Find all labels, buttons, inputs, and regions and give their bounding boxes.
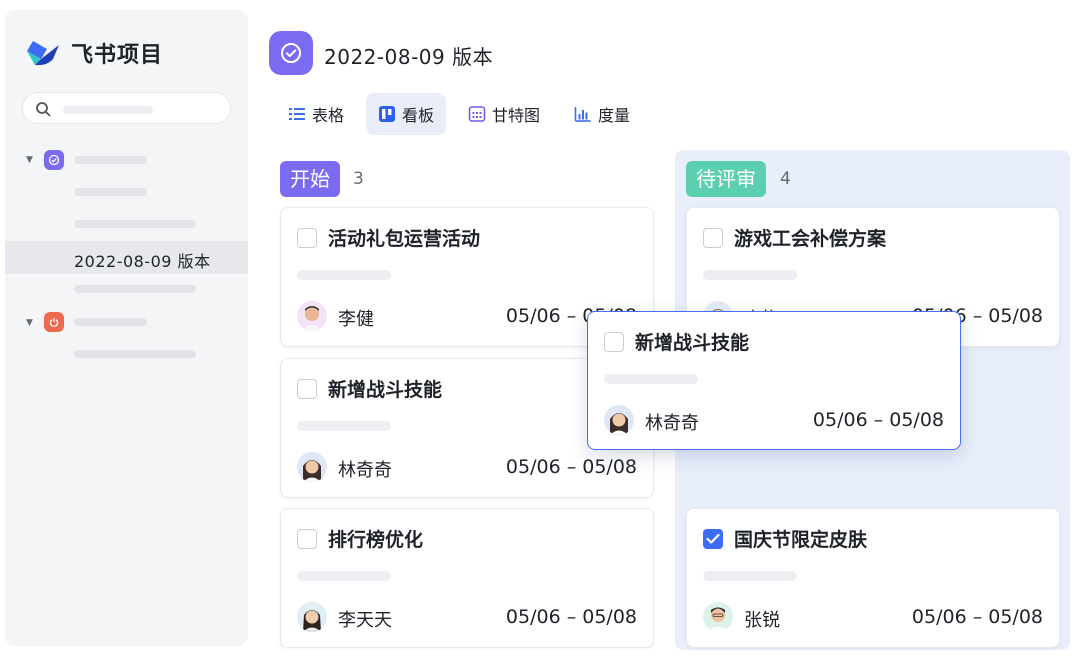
- task-dates: 05/06 – 05/08: [911, 606, 1043, 628]
- task-title: 新增战斗技能: [635, 332, 750, 354]
- avatar: [297, 301, 327, 331]
- tab-metrics[interactable]: 度量: [562, 93, 642, 135]
- feishu-project-logo-icon: [27, 41, 59, 66]
- tree-item-placeholder[interactable]: [74, 285, 196, 293]
- app-logo[interactable]: 飞书项目: [25, 38, 163, 68]
- task-owner: 李健: [338, 309, 374, 330]
- search-input[interactable]: [22, 92, 231, 124]
- task-description-placeholder: [297, 571, 391, 581]
- avatar: [297, 452, 327, 482]
- tab-label: 看板: [402, 106, 435, 125]
- tree-item-placeholder[interactable]: [74, 188, 147, 196]
- task-card[interactable]: 排行榜优化 李天天 05/06 – 05/08: [280, 508, 654, 648]
- search-placeholder-bar: [63, 106, 153, 114]
- task-checkbox[interactable]: [703, 228, 723, 248]
- view-tabs: 表格 看板 甘特图 度量: [276, 93, 642, 135]
- task-card-dragging[interactable]: 新增战斗技能 林奇奇 05/06 – 05/08: [587, 311, 961, 450]
- task-checkbox[interactable]: [297, 228, 317, 248]
- column-status-tag: 开始: [280, 161, 340, 197]
- task-checkbox-checked[interactable]: [703, 529, 723, 549]
- sidebar: 飞书项目 ▼ 2022-08-09 版本 ▼: [5, 10, 248, 646]
- tree-item-placeholder[interactable]: [74, 318, 147, 326]
- version-icon: [269, 31, 313, 75]
- kanban-icon: [379, 106, 396, 122]
- task-description-placeholder: [297, 421, 391, 431]
- avatar: [604, 405, 634, 435]
- task-title: 活动礼包运营活动: [328, 228, 481, 250]
- task-title: 排行榜优化: [328, 529, 424, 551]
- tab-gantt[interactable]: 甘特图: [456, 93, 552, 135]
- task-dates: 05/06 – 05/08: [812, 409, 944, 431]
- power-status-icon: [44, 312, 64, 332]
- page-title: 2022-08-09 版本: [324, 45, 494, 69]
- tab-kanban[interactable]: 看板: [366, 93, 447, 135]
- column-status-tag: 待评审: [686, 161, 766, 197]
- task-owner: 林奇奇: [338, 460, 392, 481]
- task-checkbox[interactable]: [297, 529, 317, 549]
- tab-label: 甘特图: [492, 106, 541, 125]
- tree-item-placeholder[interactable]: [74, 220, 196, 228]
- collapse-caret-icon[interactable]: ▼: [26, 155, 36, 165]
- column-count: 3: [353, 169, 364, 189]
- column-count: 4: [780, 169, 791, 189]
- task-description-placeholder: [297, 270, 391, 280]
- task-card[interactable]: 国庆节限定皮肤 张锐 05/06 – 05/08: [686, 508, 1060, 648]
- chart-icon: [574, 107, 591, 122]
- tree-item-placeholder[interactable]: [74, 350, 196, 358]
- task-description-placeholder: [703, 571, 797, 581]
- task-description-placeholder: [604, 374, 698, 384]
- task-title: 国庆节限定皮肤: [734, 529, 868, 551]
- task-description-placeholder: [703, 270, 797, 280]
- checkmark-icon: [706, 533, 720, 544]
- task-dates: 05/06 – 05/08: [505, 606, 637, 628]
- gantt-icon: [468, 106, 486, 122]
- search-icon: [36, 102, 51, 117]
- task-title: 游戏工会补偿方案: [734, 228, 887, 250]
- task-owner: 张锐: [744, 610, 780, 631]
- task-dates: 05/06 – 05/08: [505, 456, 637, 478]
- task-owner: 李天天: [338, 610, 392, 631]
- tab-label: 表格: [312, 106, 345, 125]
- avatar: [297, 602, 327, 632]
- avatar: [703, 602, 733, 632]
- task-checkbox[interactable]: [604, 332, 624, 352]
- task-checkbox[interactable]: [297, 379, 317, 399]
- tab-table[interactable]: 表格: [276, 93, 356, 135]
- list-icon: [289, 108, 305, 120]
- version-check-icon: [44, 150, 64, 170]
- tree-item-placeholder[interactable]: [74, 156, 147, 164]
- tab-label: 度量: [598, 106, 631, 125]
- collapse-caret-icon[interactable]: ▼: [26, 318, 36, 328]
- task-title: 新增战斗技能: [328, 379, 443, 401]
- app-name: 飞书项目: [71, 43, 164, 68]
- tree-item-selected-label: 2022-08-09 版本: [74, 252, 211, 271]
- task-owner: 林奇奇: [645, 413, 699, 434]
